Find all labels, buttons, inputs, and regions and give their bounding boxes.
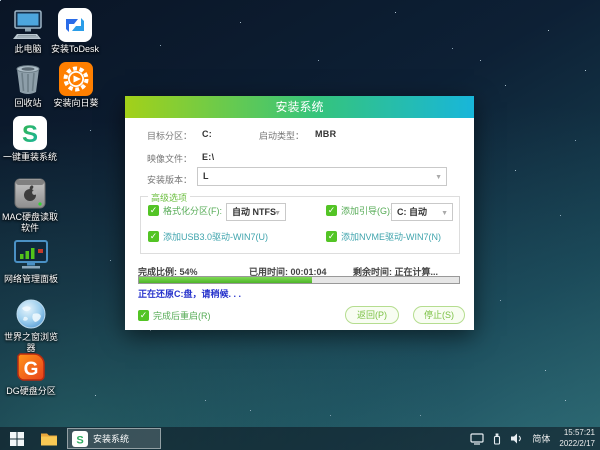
desktop-icon-world-browser[interactable]: 世界之窗浏览器 bbox=[2, 294, 60, 354]
progress-bar bbox=[138, 276, 460, 284]
desktop: 此电脑 安装ToDesk 回收站 安装向日葵 S 一键重装系统 MAC硬盘读取软… bbox=[0, 0, 600, 450]
desktop-icon-network-panel[interactable]: 网络管理面板 bbox=[0, 236, 62, 285]
nvme-driver-label: 添加NVME驱动-WIN7(N) bbox=[341, 232, 441, 242]
checkbox-checked-icon bbox=[326, 231, 337, 242]
add-boot-checkbox[interactable]: 添加引导(G): bbox=[326, 204, 393, 217]
volume-tray-icon[interactable] bbox=[510, 433, 523, 444]
format-mode-select[interactable]: 自动 NTFS ▼ bbox=[226, 203, 286, 221]
windows-logo-icon bbox=[10, 431, 24, 446]
usb3-driver-label: 添加USB3.0驱动-WIN7(U) bbox=[163, 232, 269, 242]
install-system-dialog: 安装系统 目标分区： C: 启动类型： MBR 映像文件： E:\ 安装版本： … bbox=[125, 96, 474, 330]
world-browser-icon bbox=[2, 294, 60, 330]
taskbar: S 安装系统 简体 15:57:21 2022/2/17 bbox=[0, 427, 600, 450]
restart-after-finish-checkbox[interactable]: 完成后重启(R) bbox=[138, 309, 211, 322]
boot-target-selected-value: C: 自动 bbox=[397, 207, 427, 217]
advanced-options-label: 高级选项 bbox=[148, 191, 191, 204]
start-button[interactable] bbox=[0, 427, 34, 450]
boot-target-select[interactable]: C: 自动 ▼ bbox=[391, 203, 453, 221]
stop-button-label: 停止(S) bbox=[424, 310, 454, 320]
image-file-value: E:\ bbox=[202, 152, 215, 162]
format-partition-checkbox[interactable]: 格式化分区(F): bbox=[148, 204, 222, 217]
dialog-title: 安装系统 bbox=[275, 100, 324, 114]
clock-time: 15:57:21 bbox=[563, 428, 595, 438]
back-button-label: 返回(P) bbox=[357, 310, 387, 320]
desktop-icon-label: 网络管理面板 bbox=[3, 274, 58, 284]
back-button[interactable]: 返回(P) bbox=[345, 306, 399, 324]
usb-device-tray-icon[interactable] bbox=[493, 433, 501, 445]
svg-text:S: S bbox=[22, 121, 38, 148]
format-partition-label: 格式化分区(F): bbox=[163, 206, 222, 216]
dialog-titlebar: 安装系统 bbox=[125, 96, 474, 118]
target-partition-value: C: bbox=[202, 129, 213, 139]
install-system-app-icon: S bbox=[72, 430, 88, 447]
stop-button[interactable]: 停止(S) bbox=[413, 306, 465, 324]
clock-date: 2022/2/17 bbox=[559, 438, 595, 448]
taskbar-clock[interactable]: 15:57:21 2022/2/17 bbox=[559, 428, 595, 449]
desktop-icon-one-key-reinstall[interactable]: S 一键重装系统 bbox=[2, 114, 58, 163]
target-partition-label: 目标分区： bbox=[147, 131, 193, 141]
network-panel-icon bbox=[0, 236, 62, 272]
desktop-icon-label: 一键重装系统 bbox=[2, 152, 57, 162]
install-version-label: 安装版本： bbox=[147, 175, 193, 185]
image-file-label: 映像文件： bbox=[147, 154, 193, 164]
todesk-icon bbox=[44, 6, 106, 42]
install-version-select[interactable]: L ▼ bbox=[197, 167, 447, 186]
format-mode-selected-value: 自动 NTFS bbox=[232, 207, 276, 217]
boot-type-label: 启动类型： bbox=[259, 131, 305, 141]
checkbox-checked-icon bbox=[326, 205, 337, 216]
restart-after-finish-label: 完成后重启(R) bbox=[153, 311, 211, 321]
desktop-icon-label: 安装ToDesk bbox=[50, 44, 99, 54]
taskbar-app-install-system[interactable]: S 安装系统 bbox=[67, 428, 161, 449]
progress-fill bbox=[139, 277, 312, 283]
desktop-icon-todesk[interactable]: 安装ToDesk bbox=[44, 6, 106, 55]
mac-disk-icon bbox=[2, 174, 58, 210]
usb3-driver-checkbox[interactable]: 添加USB3.0驱动-WIN7(U) bbox=[148, 230, 268, 243]
advanced-options-groupbox: 高级选项 格式化分区(F): 自动 NTFS ▼ 添加引导(G): C: 自动 … bbox=[140, 191, 460, 254]
install-version-selected-value: L bbox=[203, 171, 209, 181]
sunflower-icon bbox=[44, 60, 108, 96]
desktop-icon-dg-partition[interactable]: G DG硬盘分区 bbox=[2, 348, 60, 397]
taskbar-app-label: 安装系统 bbox=[93, 434, 130, 444]
nvme-driver-checkbox[interactable]: 添加NVME驱动-WIN7(N) bbox=[326, 230, 441, 243]
network-tray-icon[interactable] bbox=[470, 432, 484, 445]
desktop-icon-sunflower[interactable]: 安装向日葵 bbox=[44, 60, 108, 109]
chevron-down-icon: ▼ bbox=[441, 210, 448, 217]
svg-text:S: S bbox=[76, 434, 83, 446]
boot-type-value: MBR bbox=[315, 129, 337, 139]
checkbox-checked-icon bbox=[138, 310, 149, 321]
checkbox-checked-icon bbox=[148, 231, 159, 242]
desktop-icon-label: MAC硬盘读取软件 bbox=[2, 212, 58, 233]
chevron-down-icon: ▼ bbox=[274, 210, 281, 217]
checkbox-checked-icon bbox=[148, 205, 159, 216]
dg-partition-icon: G bbox=[2, 348, 60, 384]
add-boot-label: 添加引导(G): bbox=[341, 206, 393, 216]
one-key-reinstall-icon: S bbox=[2, 114, 58, 150]
desktop-icon-label: DG硬盘分区 bbox=[6, 386, 56, 396]
file-explorer-button[interactable] bbox=[34, 427, 64, 450]
ime-indicator[interactable]: 简体 bbox=[532, 432, 550, 445]
restore-status-text: 正在还原C:盘，请稍候. . . bbox=[138, 289, 241, 299]
folder-icon bbox=[41, 433, 57, 445]
desktop-icon-mac-disk[interactable]: MAC硬盘读取软件 bbox=[2, 174, 58, 234]
system-tray: 简体 15:57:21 2022/2/17 bbox=[470, 428, 600, 449]
chevron-down-icon: ▼ bbox=[435, 174, 442, 181]
svg-text:G: G bbox=[24, 359, 39, 380]
desktop-icon-label: 安装向日葵 bbox=[53, 98, 99, 108]
